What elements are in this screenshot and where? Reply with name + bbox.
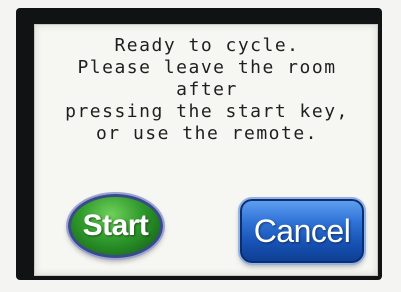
message-line: or use the remote. bbox=[95, 123, 319, 144]
cancel-button[interactable]: Cancel bbox=[240, 199, 364, 263]
cycle-instructions-message: Ready to cycle. Please leave the room af… bbox=[35, 35, 379, 145]
message-line: after bbox=[176, 79, 238, 100]
start-button-label: Start bbox=[82, 209, 149, 242]
cancel-button-label: Cancel bbox=[253, 212, 351, 249]
message-line: Please leave the room bbox=[77, 57, 337, 78]
message-line: pressing the start key, bbox=[65, 101, 349, 122]
touch-screen: Ready to cycle. Please leave the room af… bbox=[34, 24, 378, 276]
start-button[interactable]: Start bbox=[68, 194, 163, 258]
message-line: Ready to cycle. bbox=[114, 35, 300, 56]
